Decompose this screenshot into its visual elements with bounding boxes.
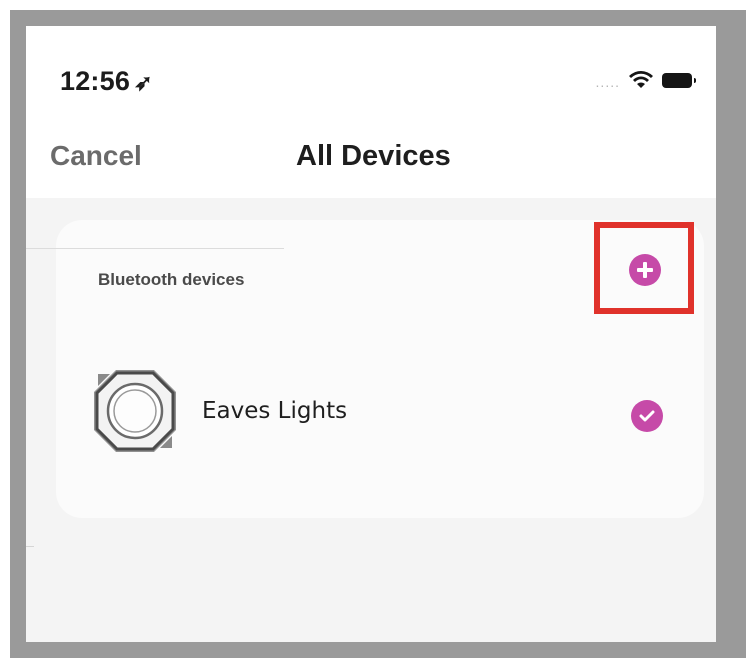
phone-screen: 12:56 ➶ ..... Cancel All Devices Bluetoot… <box>26 26 716 642</box>
eaves-light-icon <box>94 370 176 452</box>
status-time-text: 12:56 <box>60 66 131 96</box>
status-time: 12:56 ➶ <box>60 66 153 97</box>
status-indicators: ..... <box>595 70 696 90</box>
battery-icon <box>662 72 696 88</box>
add-device-button[interactable] <box>629 254 661 286</box>
cancel-button[interactable]: Cancel <box>50 140 142 172</box>
device-name: Eaves Lights <box>202 398 348 424</box>
device-selected-check[interactable] <box>631 400 663 432</box>
wifi-icon <box>629 71 653 88</box>
page-title: All Devices <box>296 140 451 172</box>
location-arrow-icon: ➶ <box>134 70 153 95</box>
divider <box>26 546 34 547</box>
signal-dots: ..... <box>595 74 620 90</box>
divider <box>26 248 284 249</box>
section-label-bluetooth: Bluetooth devices <box>98 270 245 289</box>
checkmark-circle-icon <box>639 410 655 422</box>
